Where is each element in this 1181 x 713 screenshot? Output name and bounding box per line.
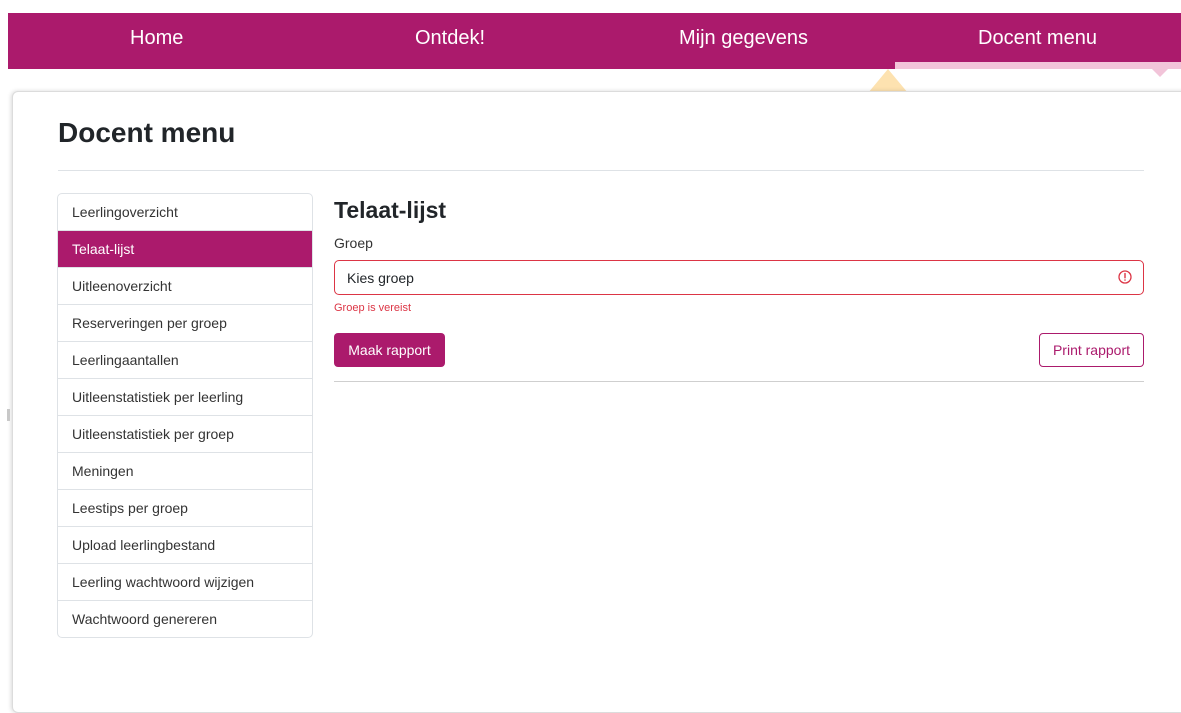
sidebar-item-uitleenstatistiek-per-leerling[interactable]: Uitleenstatistiek per leerling bbox=[58, 379, 312, 416]
nav-item-docent-menu[interactable]: Docent menu bbox=[978, 27, 1097, 50]
nav-item-ontdek[interactable]: Ontdek! bbox=[415, 27, 485, 50]
sidebar-item-wachtwoord-genereren[interactable]: Wachtwoord genereren bbox=[58, 601, 312, 637]
sidebar-item-leestips-per-groep[interactable]: Leestips per groep bbox=[58, 490, 312, 527]
sidebar-item-meningen[interactable]: Meningen bbox=[58, 453, 312, 490]
sidebar-item-upload-leerlingbestand[interactable]: Upload leerlingbestand bbox=[58, 527, 312, 564]
active-nav-indicator bbox=[895, 62, 1181, 69]
nav-item-mijn-gegevens[interactable]: Mijn gegevens bbox=[679, 27, 808, 50]
sidebar-item-telaat-lijst[interactable]: Telaat-lijst bbox=[58, 231, 312, 268]
nav-item-home[interactable]: Home bbox=[130, 27, 183, 50]
warning-icon bbox=[1118, 270, 1132, 284]
decorative-triangle bbox=[868, 69, 908, 93]
section-title: Telaat-lijst bbox=[334, 197, 447, 223]
content-divider bbox=[334, 381, 1144, 382]
group-select-value: Kies groep bbox=[347, 270, 414, 286]
decorative-notch bbox=[1152, 69, 1168, 77]
sidebar-item-uitleenstatistiek-per-groep[interactable]: Uitleenstatistiek per groep bbox=[58, 416, 312, 453]
make-report-button[interactable]: Maak rapport bbox=[334, 333, 445, 367]
top-navigation: Home Ontdek! Mijn gegevens Docent menu bbox=[8, 13, 1181, 69]
sidebar-item-reserveringen-per-groep[interactable]: Reserveringen per groep bbox=[58, 305, 312, 342]
sidebar-item-leerlingaantallen[interactable]: Leerlingaantallen bbox=[58, 342, 312, 379]
print-report-button[interactable]: Print rapport bbox=[1039, 333, 1144, 367]
title-divider bbox=[58, 170, 1144, 171]
group-select[interactable]: Kies groep bbox=[334, 260, 1144, 295]
sidebar-item-uitleenoverzicht[interactable]: Uitleenoverzicht bbox=[58, 268, 312, 305]
page-title: Docent menu bbox=[58, 117, 236, 148]
group-label: Groep bbox=[334, 235, 373, 251]
sidebar-menu: Leerlingoverzicht Telaat-lijst Uitleenov… bbox=[57, 193, 313, 638]
resize-handle[interactable] bbox=[7, 409, 10, 421]
sidebar-item-leerlingoverzicht[interactable]: Leerlingoverzicht bbox=[58, 194, 312, 231]
group-error-message: Groep is vereist bbox=[334, 302, 412, 314]
sidebar-item-leerling-wachtwoord-wijzigen[interactable]: Leerling wachtwoord wijzigen bbox=[58, 564, 312, 601]
